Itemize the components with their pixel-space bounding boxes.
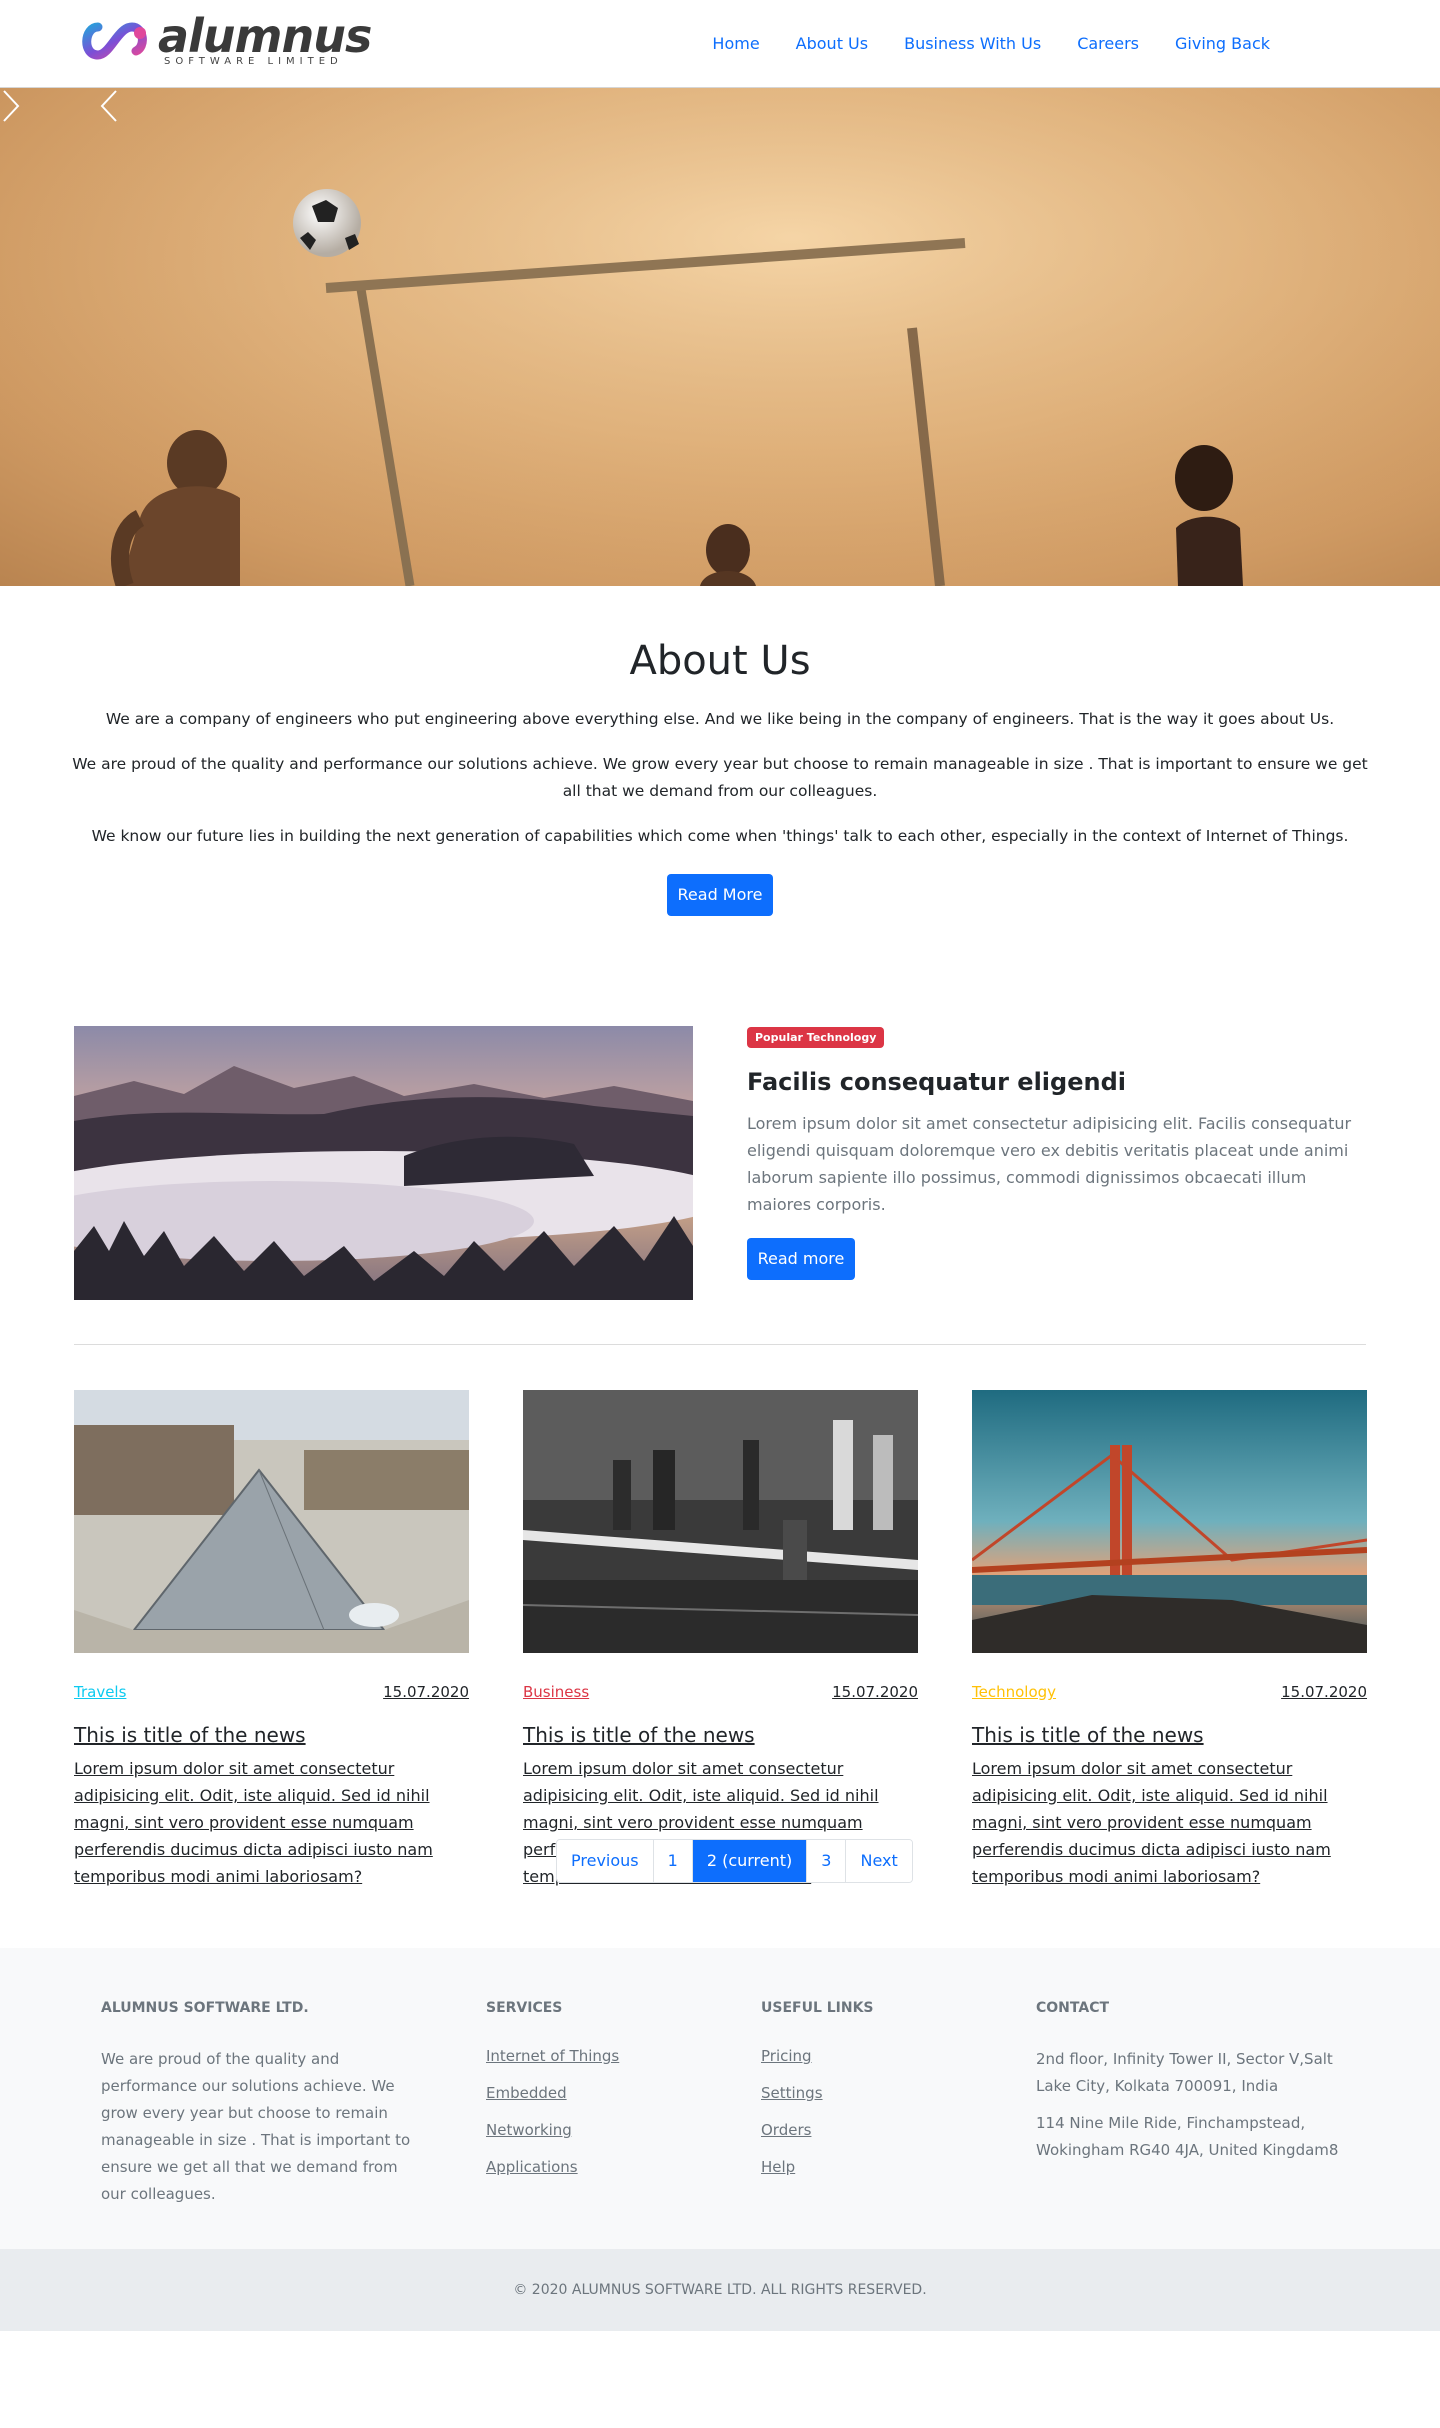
about-read-more-button[interactable]: Read More bbox=[667, 874, 773, 916]
footer-useful-links-title: USEFUL LINKS bbox=[761, 2000, 874, 2016]
footer-contact-title: CONTACT bbox=[1036, 2000, 1110, 2016]
about-paragraph-2: We are proud of the quality and performa… bbox=[72, 755, 1368, 800]
footer-link-applications[interactable]: Applications bbox=[486, 2158, 578, 2176]
mountain-fog-image bbox=[74, 1026, 693, 1300]
news-image-louvre[interactable] bbox=[74, 1390, 469, 1653]
site-logo[interactable]: alumnus SOFTWARE LIMITED bbox=[78, 9, 372, 67]
footer-link-networking[interactable]: Networking bbox=[486, 2121, 572, 2139]
news-meta: Business 15.07.2020 bbox=[523, 1683, 918, 1701]
nav-careers[interactable]: Careers bbox=[1077, 34, 1139, 53]
news-card: Travels 15.07.2020 This is title of the … bbox=[74, 1390, 469, 1890]
feature-title: Facilis consequatur eligendi bbox=[747, 1068, 1126, 1096]
site-header: alumnus SOFTWARE LIMITED Home About Us B… bbox=[0, 0, 1440, 88]
site-footer: ALUMNUS SOFTWARE LTD. We are proud of th… bbox=[0, 1948, 1440, 2249]
feature-body: Popular Technology Facilis consequatur e… bbox=[747, 1026, 1367, 1280]
logo-wordmark: alumnus bbox=[158, 9, 372, 63]
pagination-page-3[interactable]: 3 bbox=[807, 1840, 847, 1882]
feature-section: Popular Technology Facilis consequatur e… bbox=[0, 916, 1440, 1336]
about-paragraph-1: We are a company of engineers who put en… bbox=[105, 710, 1335, 728]
footer-link-settings[interactable]: Settings bbox=[761, 2084, 823, 2102]
footer-company-title: ALUMNUS SOFTWARE LTD. bbox=[101, 2000, 309, 2016]
news-image-brooklyn-bridge[interactable] bbox=[523, 1390, 918, 1653]
pagination-previous[interactable]: Previous bbox=[557, 1840, 654, 1882]
footer-link-embedded[interactable]: Embedded bbox=[486, 2084, 567, 2102]
logo-subtitle: SOFTWARE LIMITED bbox=[164, 56, 343, 67]
news-card: Technology 15.07.2020 This is title of t… bbox=[972, 1390, 1367, 1890]
news-text[interactable]: Lorem ipsum dolor sit amet consectetur a… bbox=[972, 1755, 1367, 1890]
footer-services-title: SERVICES bbox=[486, 2000, 563, 2016]
footer-company-column: ALUMNUS SOFTWARE LTD. We are proud of th… bbox=[101, 2000, 411, 2208]
copyright-bar: © 2020 ALUMNUS SOFTWARE LTD. ALL RIGHTS … bbox=[0, 2249, 1440, 2331]
news-category[interactable]: Travels bbox=[74, 1683, 126, 1701]
hero-carousel bbox=[0, 88, 1440, 586]
pagination: Previous 1 2 (current) 3 Next bbox=[556, 1839, 913, 1883]
news-title[interactable]: This is title of the news bbox=[972, 1723, 1367, 1747]
news-title[interactable]: This is title of the news bbox=[74, 1723, 469, 1747]
news-date: 15.07.2020 bbox=[383, 1683, 469, 1701]
footer-link-pricing[interactable]: Pricing bbox=[761, 2047, 812, 2065]
footer-contact-column: CONTACT 2nd floor, Infinity Tower II, Se… bbox=[1036, 2000, 1366, 2164]
pagination-next[interactable]: Next bbox=[846, 1840, 912, 1882]
news-card: Business 15.07.2020 This is title of the… bbox=[523, 1390, 918, 1890]
nav-business-with-us[interactable]: Business With Us bbox=[904, 34, 1041, 53]
pagination-page-2-current[interactable]: 2 (current) bbox=[692, 1840, 808, 1882]
footer-link-internet-of-things[interactable]: Internet of Things bbox=[486, 2047, 619, 2065]
pagination-page-1[interactable]: 1 bbox=[653, 1840, 693, 1882]
nav-home[interactable]: Home bbox=[712, 34, 759, 53]
news-title[interactable]: This is title of the news bbox=[523, 1723, 918, 1747]
main-nav: Home About Us Business With Us Careers G… bbox=[676, 34, 1270, 53]
news-meta: Travels 15.07.2020 bbox=[74, 1683, 469, 1701]
footer-address-uk: 114 Nine Mile Ride, Finchampstead, Wokin… bbox=[1036, 2114, 1339, 2159]
footer-link-help[interactable]: Help bbox=[761, 2158, 795, 2176]
news-category[interactable]: Business bbox=[523, 1683, 589, 1701]
hero-football-image bbox=[0, 88, 1440, 586]
nav-giving-back[interactable]: Giving Back bbox=[1175, 34, 1270, 53]
feature-read-more-button[interactable]: Read more bbox=[747, 1238, 855, 1280]
news-meta: Technology 15.07.2020 bbox=[972, 1683, 1367, 1701]
news-section: Travels 15.07.2020 This is title of the … bbox=[0, 1336, 1440, 1948]
feature-image bbox=[74, 1026, 693, 1300]
carousel-prev-icon[interactable] bbox=[98, 88, 120, 124]
news-date: 15.07.2020 bbox=[832, 1683, 918, 1701]
news-text[interactable]: Lorem ipsum dolor sit amet consectetur a… bbox=[74, 1755, 469, 1890]
footer-services-column: SERVICES Internet of Things Embedded Net… bbox=[486, 2000, 619, 2194]
nav-about-us[interactable]: About Us bbox=[796, 34, 868, 53]
about-section: About Us We are a company of engineers w… bbox=[0, 586, 1440, 916]
news-image-golden-gate[interactable] bbox=[972, 1390, 1367, 1653]
carousel-next-icon[interactable] bbox=[0, 88, 22, 124]
footer-useful-links-column: USEFUL LINKS Pricing Settings Orders Hel… bbox=[761, 2000, 874, 2194]
feature-text: Lorem ipsum dolor sit amet consectetur a… bbox=[747, 1114, 1352, 1214]
footer-link-orders[interactable]: Orders bbox=[761, 2121, 811, 2139]
footer-address-kolkata: 2nd floor, Infinity Tower II, Sector V,S… bbox=[1036, 2050, 1333, 2095]
news-date: 15.07.2020 bbox=[1281, 1683, 1367, 1701]
about-paragraph-3: We know our future lies in building the … bbox=[91, 827, 1349, 845]
news-category[interactable]: Technology bbox=[972, 1683, 1056, 1701]
footer-company-text: We are proud of the quality and performa… bbox=[101, 2050, 411, 2203]
infinity-logo-icon bbox=[82, 21, 147, 60]
about-title: About Us bbox=[629, 638, 811, 684]
popular-technology-badge: Popular Technology bbox=[747, 1027, 885, 1048]
